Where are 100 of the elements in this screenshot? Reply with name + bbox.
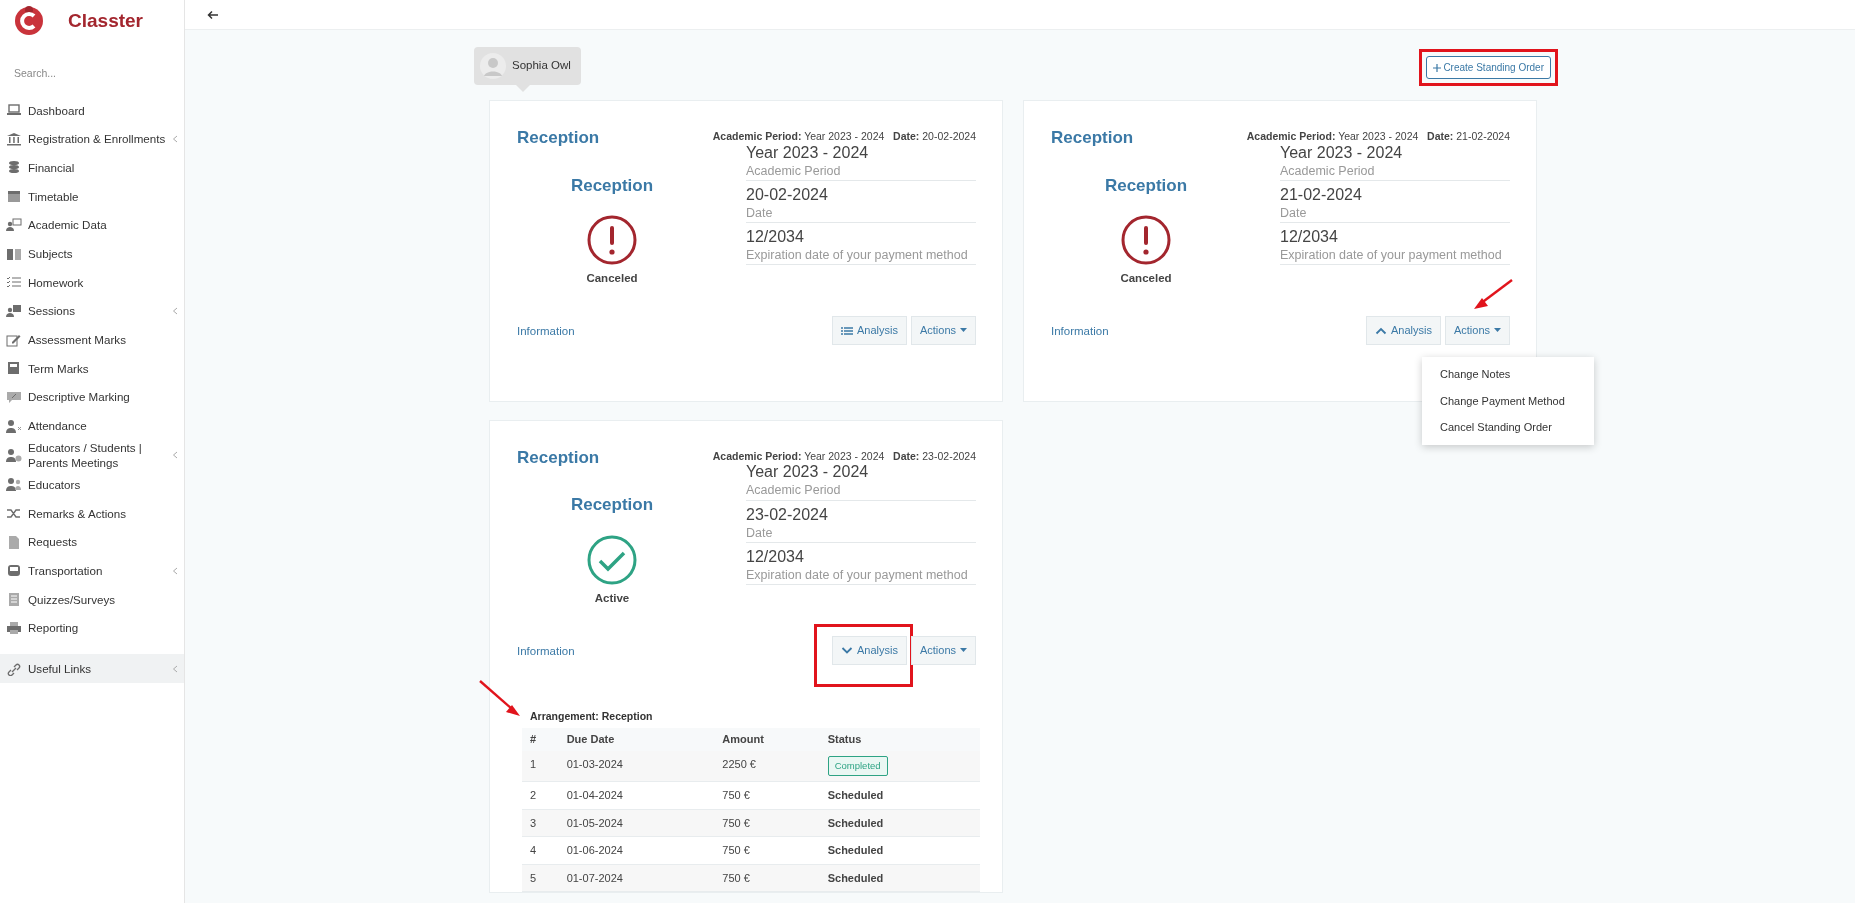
shuffle-icon [6,506,22,521]
bank-icon [6,131,22,146]
printer-icon [6,620,22,635]
table-cell: 750 € [714,781,820,809]
field-label: Date [1280,204,1308,221]
sidebar-item[interactable]: Attendance [0,411,184,440]
people-board-icon [6,303,22,318]
person-clock-icon [6,448,22,463]
menu-item[interactable]: Change Notes [1422,361,1594,388]
sidebar-item[interactable]: Educators [0,470,184,499]
status-label: Canceled [1120,271,1172,286]
back-arrow-icon [207,10,219,21]
field-label: Date [746,524,774,541]
table-cell: Scheduled [819,809,980,837]
table-cell: Scheduled [819,836,980,864]
table-cell: 5 [522,864,559,892]
table-cell: 750 € [714,864,820,892]
sidebar-item[interactable]: Homework [0,267,184,297]
sidebar-item[interactable]: Dashboard [0,95,184,125]
order-meta: Academic Period: Year 2023 - 2024 Date: 20-02-2024 [712,129,976,144]
field-label: Academic Period [746,162,842,179]
logo-icon [14,5,44,37]
field-value: 12/2034 [746,227,805,247]
table-cell: 01-07-2024 [558,864,715,892]
information-link[interactable]: Information [517,643,575,661]
sidebar-item[interactable]: Educators / Students | Parents Meetings [0,440,184,471]
status-badge: Completed [827,755,888,776]
order-title: Reception [517,446,600,469]
column-header: Status [819,728,980,751]
table-cell: 01-03-2024 [558,750,715,782]
sidebar-item[interactable]: Sessions [0,296,184,326]
table-cell: Scheduled [819,864,980,892]
table-cell: 1 [522,750,559,782]
table-cell: 2 [522,781,559,809]
document-icon [6,534,22,549]
brand-name: Classter [68,8,143,33]
table-cell: 01-04-2024 [558,781,715,809]
sidebar-item[interactable]: Reporting [0,613,184,643]
field-label: Expiration date of your payment method [1280,247,1503,264]
table-cell: 2250 € [714,750,820,782]
caret-down-icon [960,647,967,653]
actions-button[interactable]: Actions [910,316,976,345]
sidebar-item[interactable]: Remarks & Actions [0,498,184,528]
column-header: Amount [714,728,820,751]
field-value: 20-02-2024 [746,184,829,205]
sidebar-item[interactable]: Term Marks [0,353,184,383]
order-title: Reception [1051,127,1134,149]
table-cell: 750 € [714,836,820,864]
coins-icon [6,160,22,175]
avatar-icon [480,53,506,79]
sidebar-item[interactable]: Academic Data [0,210,184,240]
caret-down-icon [960,328,967,333]
student-tag: Sophia Owl [474,47,581,85]
sidebar-item[interactable]: Registration & Enrollments [0,124,184,154]
status-label: Canceled [586,271,638,286]
field-value: Year 2023 - 2024 [1280,142,1404,163]
field-label: Expiration date of your payment method [746,247,969,264]
field-value: 12/2034 [1280,227,1339,247]
menu-item[interactable]: Change Payment Method [1422,387,1594,415]
analysis-button[interactable]: Analysis [831,636,907,665]
sidebar-item[interactable]: Useful Links [0,654,184,683]
field-label: Expiration date of your payment method [746,566,969,583]
pointer-arrow-icon [1472,278,1514,312]
sidebar-item[interactable]: Quizzes/Surveys [0,584,184,614]
list-document-icon [6,592,22,607]
sidebar-item[interactable]: Financial [0,153,184,182]
order-meta: Academic Period: Year 2023 - 2024 Date: 21-02-2024 [1246,129,1510,144]
actions-button[interactable]: Actions [1444,316,1510,345]
caret-down-icon [1494,328,1501,333]
sidebar-item[interactable]: Transportation [0,556,184,585]
menu-item[interactable]: Cancel Standing Order [1422,414,1594,441]
plan-name: Reception [1104,174,1188,197]
actions-button[interactable]: Actions [910,636,976,665]
analysis-button[interactable]: Analysis [1365,316,1441,345]
plan-name: Reception [570,174,654,197]
link-icon [6,661,22,676]
order-title: Reception [517,127,600,149]
sidebar-item[interactable]: Requests [0,527,184,557]
sidebar-item[interactable]: Descriptive Marking [0,382,184,412]
analysis-button[interactable]: Analysis [831,316,907,345]
information-link[interactable]: Information [517,323,575,341]
field-value: 23-02-2024 [746,504,829,525]
sidebar-item[interactable]: Timetable [0,181,184,211]
status-label: Active [594,590,630,606]
field-label: Academic Period [1280,162,1376,179]
laptop-icon [6,103,22,118]
person-board-icon [6,217,22,232]
sidebar-item[interactable]: Subjects [0,239,184,268]
information-link[interactable]: Information [1051,323,1109,341]
table-cell: Scheduled [819,781,980,809]
table-cell: 01-06-2024 [558,836,715,864]
column-header: Due Date [558,728,715,751]
chevron-icon [172,134,178,143]
table-cell: 3 [522,809,559,837]
field-label: Academic Period [746,482,842,499]
person-x-icon [6,418,22,433]
create-standing-order-button[interactable]: Create Standing Order [1425,56,1551,79]
sidebar-item[interactable]: Assessment Marks [0,325,184,354]
chevron-icon [172,306,178,315]
calculator-icon [6,361,22,376]
